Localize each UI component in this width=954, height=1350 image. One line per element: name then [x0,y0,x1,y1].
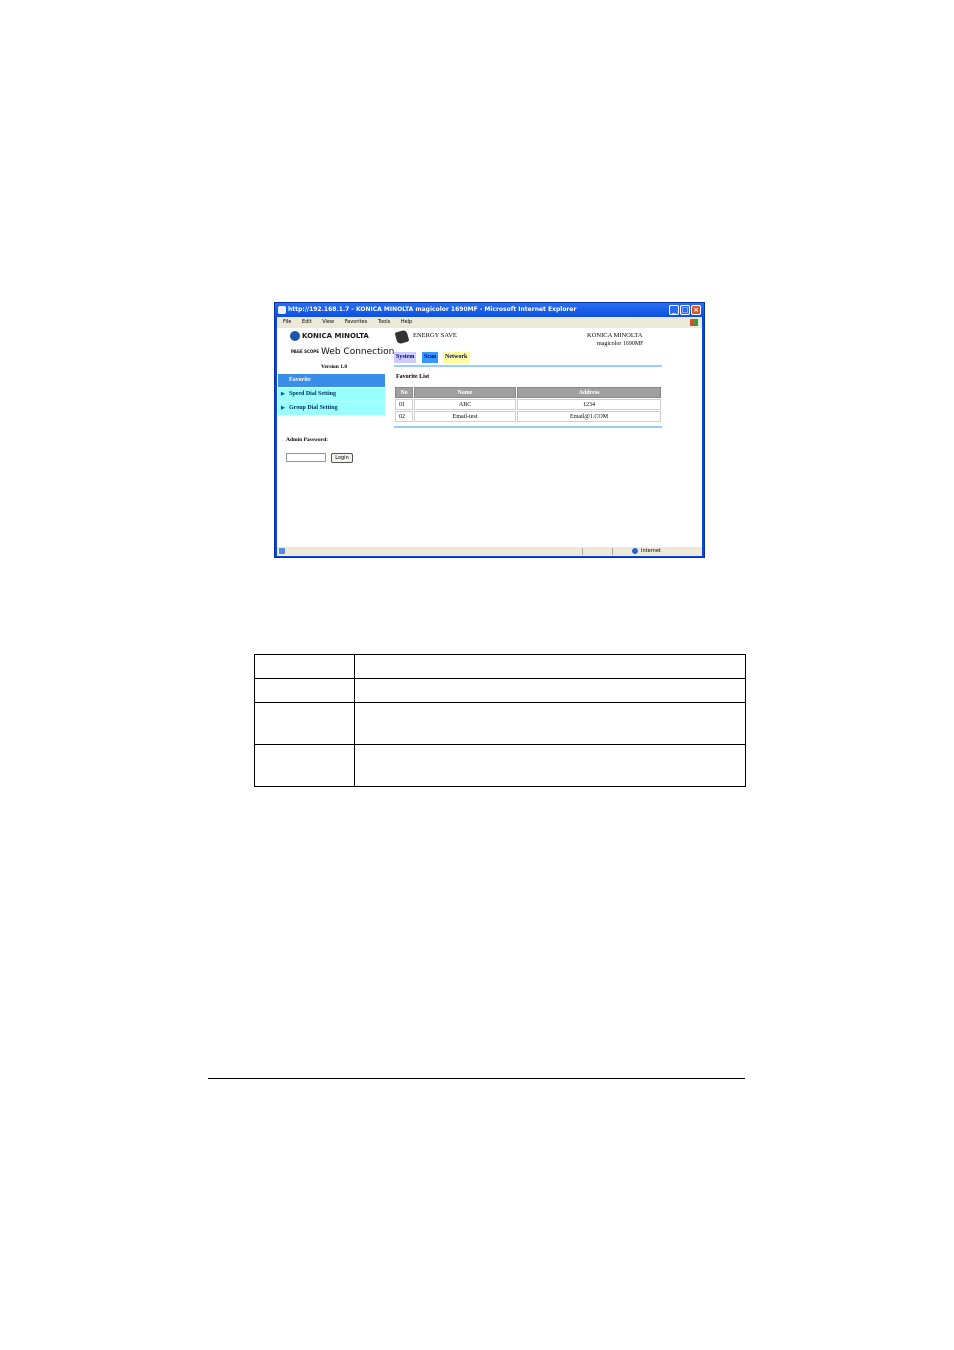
page-icon [279,548,285,554]
table-cell [254,654,355,679]
globe-icon [290,331,300,341]
cell-address: 1234 [517,399,661,410]
table-cell [254,678,355,703]
login-button[interactable]: Login [331,453,353,463]
tab-network[interactable]: Network [443,352,470,363]
model-name: magicolor 1690MF [597,341,644,347]
table-cell [354,654,746,679]
table-row [254,678,746,703]
ie-icon [278,306,286,314]
table-row [254,702,746,745]
sidebar-item-label: Group Dial Setting [289,405,338,411]
windows-flag-icon [690,319,698,326]
table-row[interactable]: 02 Email-test Email@1.COM [395,411,661,422]
table-row [254,654,746,679]
menu-help[interactable]: Help [401,319,412,325]
footer-rule [208,1078,745,1079]
cell-no: 02 [395,411,413,422]
column-header-name: Name [414,387,517,398]
table-header-row: No Name Address [395,387,661,398]
admin-password-label: Admin Password: [286,437,329,443]
cell-name: Email-test [414,411,517,422]
sidebar-item-speed-dial[interactable]: ▶ Speed Dial Setting [278,388,385,401]
menu-bar: File Edit View Favorites Tools Help [277,317,702,328]
menu-tools[interactable]: Tools [378,319,390,325]
internet-zone-icon [632,548,638,554]
sidebar-item-label: Speed Dial Setting [289,391,337,397]
admin-password-input[interactable] [286,453,326,462]
brand-name: KONICA MINOLTA [587,332,643,339]
menu-file[interactable]: File [283,319,291,325]
content-divider [394,426,662,428]
menu-view[interactable]: View [322,319,334,325]
window-title: http://192.168.1.7 - KONICA MINOLTA magi… [288,306,577,313]
konica-minolta-logo: KONICA MINOLTA [290,331,369,341]
sidebar-item-favorite[interactable]: Favorite [278,374,385,387]
energy-save-label[interactable]: ENERGY SAVE [413,332,457,339]
cell-no: 01 [395,399,413,410]
status-zone: Internet [641,548,661,554]
table-cell [354,744,746,787]
pagescope-mark: PAGE SCOPE [291,348,319,354]
table-row [254,744,746,787]
cell-name: ABC [414,399,517,410]
table-row[interactable]: 01 ABC 1234 [395,399,661,410]
description-table [254,654,746,787]
pagescope-title: Web Connection [320,347,395,357]
favorite-list-table: No Name Address 01 ABC 1234 02 Email-tes… [394,386,662,423]
energy-save-icon[interactable] [394,329,410,345]
tab-system[interactable]: System [394,352,417,363]
version-label: Version 1.0 [321,364,348,370]
status-divider [582,548,583,555]
menu-edit[interactable]: Edit [302,319,312,325]
column-header-address: Address [517,387,661,398]
tab-divider [394,365,662,367]
column-header-no: No [395,387,413,398]
table-cell [254,744,355,787]
close-icon[interactable]: × [691,305,701,315]
triangle-right-icon: ▶ [281,392,285,397]
sidebar-item-label: Favorite [289,377,311,383]
sidebar-item-group-dial[interactable]: ▶ Group Dial Setting [278,402,385,415]
tab-scan[interactable]: Scan [422,352,439,363]
logo-text: KONICA MINOLTA [302,332,369,340]
table-cell [354,702,746,745]
minimize-icon[interactable]: _ [669,305,679,315]
table-cell [354,678,746,703]
cell-address: Email@1.COM [517,411,661,422]
title-bar[interactable]: http://192.168.1.7 - KONICA MINOLTA magi… [275,303,704,317]
triangle-right-icon: ▶ [281,406,285,411]
status-bar: Internet [277,547,702,556]
favorite-list-title: Favorite List [396,374,430,380]
browser-window-screenshot: http://192.168.1.7 - KONICA MINOLTA magi… [274,302,705,558]
menu-favorites[interactable]: Favorites [345,319,368,325]
table-cell [254,702,355,745]
page-viewport: KONICA MINOLTA PAGE SCOPE Web Connection … [277,328,702,547]
status-divider [612,548,613,555]
maximize-icon[interactable]: □ [680,305,690,315]
pagescope-logo: PAGE SCOPE Web Connection [291,347,394,357]
